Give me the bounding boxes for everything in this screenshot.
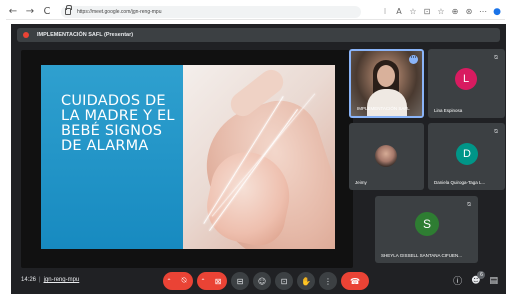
presenting-indicator-icon <box>23 32 29 38</box>
captions-button[interactable]: ⊟ <box>231 272 249 290</box>
participant-count-badge: 6 <box>477 270 486 279</box>
browser-toolbar: ← → C https://meet.google.com/jgn-reng-m… <box>6 4 505 20</box>
participant-tile-jeimy[interactable]: Jeimy <box>349 123 424 190</box>
leave-call-button[interactable]: ☎ <box>341 272 369 290</box>
side-controls: ⓘ ☻ 6 ▤ <box>453 270 498 287</box>
menu-dots-icon[interactable]: ⁝ <box>381 7 389 16</box>
settings-more-icon[interactable]: ⋯ <box>479 7 487 16</box>
call-controls: ⌃ ⍉ ⌃ ⊠ ⊟ ☺ ⊡ ✋ ⋮ ☎ <box>163 272 369 290</box>
meeting-info: 14:26 | jgn-reng-mpu <box>21 277 79 283</box>
participant-name: IMPLEMENTACIÓN SAFL <box>357 106 410 111</box>
slide-title-panel: CUIDADOS DE LA MADRE Y EL BEBÉ SIGNOS DE… <box>41 65 183 249</box>
mic-options-chevron-icon[interactable]: ⌃ <box>163 272 175 290</box>
participant-tile-sheyla[interactable]: ⍉ S SHEYLA GISSELL SANTANA CIFUEN... <box>375 196 478 263</box>
participant-name: Daniela Quiroga-Taga L... <box>434 180 486 185</box>
screen: ← → C https://meet.google.com/jgn-reng-m… <box>0 0 509 295</box>
avatar: D <box>456 143 478 165</box>
participant-tile-daniela[interactable]: ⍉ D Daniela Quiroga-Taga L... <box>428 123 505 190</box>
favorites-icon[interactable]: ☆ <box>437 7 445 16</box>
participant-name: Lina Espinosa <box>434 108 463 113</box>
back-icon[interactable]: ← <box>6 5 20 19</box>
slide-title-line: BEBÉ SIGNOS <box>61 123 163 139</box>
bottom-bar: 14:26|jgn-reng-mpu ⌃ ⍉ ⌃ ⊠ ⊟ ☺ ⊡ ✋ ⋮ ☎ <box>11 270 506 294</box>
avatar <box>375 145 397 167</box>
main-presentation[interactable]: CUIDADOS DE LA MADRE Y EL BEBÉ SIGNOS DE… <box>21 50 353 268</box>
presentation-banner: IMPLEMENTACIÓN SAFL (Presentar) <box>17 28 500 42</box>
emoji-reaction-button[interactable]: ☺ <box>253 272 271 290</box>
slide-title-line: CUIDADOS DE <box>61 93 166 109</box>
edge-copilot-icon[interactable]: ● <box>493 7 501 17</box>
profile-icon[interactable]: ⊛ <box>465 7 473 16</box>
camera-off-button[interactable]: ⊠ <box>209 272 227 290</box>
meeting-time: 14:26 <box>21 277 37 283</box>
slide-title-line: DE ALARMA <box>61 138 149 154</box>
slide-hands-image <box>183 65 335 249</box>
url-text: https://meet.google.com/jgn-reng-mpu <box>77 8 162 15</box>
mic-off-icon: ⍉ <box>467 201 471 208</box>
present-screen-button[interactable]: ⊡ <box>275 272 293 290</box>
participant-tile-self[interactable]: ⋯ IMPLEMENTACIÓN SAFL <box>349 49 424 118</box>
mic-off-icon: ⍉ <box>494 128 498 135</box>
extension-icons: ⁝ A ☆ ⊡ ☆ ⊕ ⊛ ⋯ ● <box>381 7 505 17</box>
mic-off-icon: ⍉ <box>494 54 498 61</box>
meet-window: IMPLEMENTACIÓN SAFL (Presentar) CUIDADOS… <box>11 24 506 294</box>
participant-tile-lina[interactable]: ⍉ L Lina Espinosa <box>428 49 505 118</box>
info-icon[interactable]: ⓘ <box>453 274 462 287</box>
forward-icon[interactable]: → <box>23 5 37 19</box>
split-screen-icon[interactable]: ⊡ <box>423 7 431 16</box>
avatar: S <box>415 212 439 236</box>
separator: | <box>39 277 41 283</box>
lock-icon <box>65 5 72 15</box>
avatar: L <box>455 68 477 90</box>
camera-options-chevron-icon[interactable]: ⌃ <box>197 272 209 290</box>
read-aloud-icon[interactable]: A <box>395 7 403 16</box>
slide-title: CUIDADOS DE LA MADRE Y EL BEBÉ SIGNOS DE… <box>61 94 175 154</box>
more-options-button[interactable]: ⋮ <box>319 272 337 290</box>
chat-icon[interactable]: ▤ <box>489 276 498 286</box>
people-icon[interactable]: ☻ 6 <box>471 270 486 286</box>
mic-off-button[interactable]: ⍉ <box>175 272 193 290</box>
camera-control: ⌃ ⊠ <box>197 272 227 290</box>
meeting-code: jgn-reng-mpu <box>43 277 80 283</box>
raise-hand-button[interactable]: ✋ <box>297 272 315 290</box>
collections-icon[interactable]: ⊕ <box>451 7 459 16</box>
slide-title-line: LA MADRE Y EL <box>61 108 175 124</box>
participant-name: Jeimy <box>355 180 367 185</box>
participant-name: SHEYLA GISSELL SANTANA CIFUEN... <box>381 253 463 258</box>
slide: CUIDADOS DE LA MADRE Y EL BEBÉ SIGNOS DE… <box>41 65 335 249</box>
address-bar[interactable]: https://meet.google.com/jgn-reng-mpu <box>61 5 361 18</box>
self-face-shape <box>377 65 395 87</box>
bookmark-star-icon[interactable]: ☆ <box>409 7 417 16</box>
self-body-shape <box>367 89 407 116</box>
reload-icon[interactable]: C <box>40 5 54 19</box>
presentation-title: IMPLEMENTACIÓN SAFL (Presentar) <box>37 32 134 38</box>
more-options-icon[interactable]: ⋯ <box>409 55 418 64</box>
mic-control: ⌃ ⍉ <box>163 272 193 290</box>
